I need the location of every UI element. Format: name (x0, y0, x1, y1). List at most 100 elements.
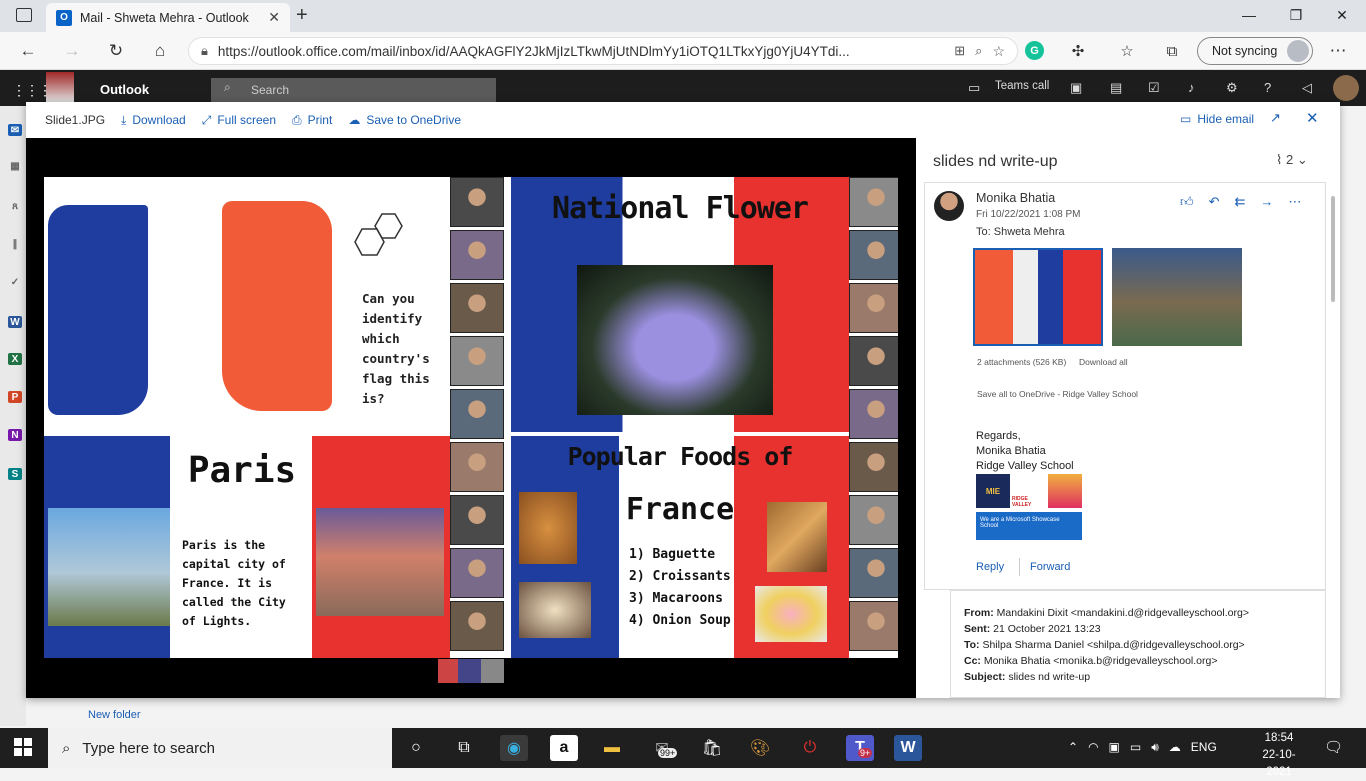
showcase-badge (1048, 474, 1082, 508)
url-text[interactable]: https://outlook.office.com/mail/inbox/id… (218, 44, 944, 59)
more-actions-icon[interactable]: ⋯ (1288, 194, 1301, 210)
mail-icon[interactable]: ✉ (8, 124, 22, 136)
teams-call-label[interactable]: Teams call (995, 80, 1049, 92)
attachment-icon[interactable]: ∥ (8, 238, 22, 250)
tab-actions-icon[interactable] (16, 8, 32, 22)
weather-cloud-icon[interactable]: ☁ (1169, 740, 1181, 755)
word-icon[interactable]: W (8, 316, 22, 328)
new-folder-link[interactable]: New folder (88, 709, 141, 721)
bell-icon[interactable]: ♪ (1188, 80, 1195, 95)
calendar-check-icon[interactable]: ☑ (1148, 80, 1160, 96)
url-box[interactable]: 🔒︎ https://outlook.office.com/mail/inbox… (188, 37, 1018, 65)
download-button[interactable]: ⤓ Download (121, 113, 186, 128)
email-signature: Regards, Monika Bhatia Ridge Valley Scho… (976, 429, 1074, 474)
sender-name[interactable]: Monika Bhatia (976, 191, 1055, 205)
onenote-icon[interactable]: N (8, 429, 22, 441)
reply-icon[interactable]: ↶ (1209, 194, 1220, 210)
popout-icon[interactable]: ↗ (1270, 110, 1281, 126)
close-viewer-icon[interactable]: ✕ (1306, 109, 1319, 127)
tab-title: Mail - Shweta Mehra - Outlook (80, 10, 249, 25)
network-icon[interactable]: ▣ (1109, 740, 1120, 755)
megaphone-icon[interactable]: ◁ (1302, 80, 1312, 96)
powerpoint-icon[interactable]: P (8, 391, 22, 403)
refresh-icon[interactable]: ↻ (104, 40, 128, 62)
new-tab-icon[interactable]: + (296, 4, 308, 27)
participant-video-tile (849, 442, 898, 492)
attachment-thumbnail-1[interactable] (973, 248, 1103, 346)
power-app-icon[interactable]: ⏻ (796, 735, 824, 761)
fullscreen-button[interactable]: ⤢ Full screen (202, 113, 276, 128)
windows-start-icon[interactable] (14, 738, 32, 756)
edge-icon[interactable]: ◉ (500, 735, 528, 761)
app-available-icon[interactable]: ⊞ (954, 43, 965, 59)
participant-video-tile (450, 177, 504, 227)
help-icon[interactable]: ? (1264, 80, 1271, 95)
save-all-onedrive-link[interactable]: Save all to OneDrive - Ridge Valley Scho… (977, 389, 1138, 399)
profile-sync-button[interactable]: Not syncing (1197, 37, 1313, 65)
mail-search-input[interactable]: Search (211, 78, 496, 102)
email-scrollbar[interactable] (1331, 196, 1335, 302)
home-icon[interactable]: ⌂ (148, 40, 172, 62)
hide-email-button[interactable]: ▭ Hide email (1180, 112, 1254, 126)
attachment-count[interactable]: ⌇ 2 ⌄ (1276, 152, 1308, 168)
subject-label: Subject: (964, 671, 1006, 683)
sway-icon[interactable]: S (8, 468, 22, 480)
todo-icon[interactable]: ✓ (8, 276, 22, 288)
louvre-image (316, 508, 444, 616)
cortana-icon[interactable]: ○ (402, 735, 430, 761)
extensions-icon[interactable]: ✣ (1066, 40, 1090, 62)
download-all-link[interactable]: Download all (1079, 357, 1128, 367)
excel-icon[interactable]: X (8, 353, 22, 365)
browser-tab[interactable]: O Mail - Shweta Mehra - Outlook ✕ (46, 3, 290, 32)
chevron-up-icon[interactable]: ⌃ (1068, 740, 1078, 755)
language-indicator[interactable]: ENG (1191, 740, 1217, 755)
chat-icon[interactable]: ▣ (1070, 80, 1082, 96)
zoom-icon[interactable]: ⌕ (975, 43, 982, 59)
calendar-icon[interactable]: ▦ (8, 160, 22, 172)
slide-thumbnail-strip[interactable] (438, 659, 504, 683)
reply-all-icon[interactable]: ⇇ (1235, 194, 1246, 210)
wifi-icon[interactable]: ◠ (1088, 740, 1098, 755)
close-window-icon[interactable]: ✕ (1322, 4, 1362, 26)
battery-icon[interactable]: ▭ (1130, 740, 1141, 755)
forward-icon-action[interactable]: → (1260, 194, 1273, 210)
participant-video-tile (849, 495, 898, 545)
participant-video-tile (849, 283, 898, 333)
store-icon[interactable]: 🛍︎ (698, 735, 726, 761)
taskbar-clock[interactable]: 18:54 22-10-2021 (1252, 730, 1306, 781)
taskbar-search-box[interactable]: ⌕ Type here to search (48, 728, 392, 768)
back-icon[interactable]: ← (16, 40, 40, 62)
minimize-icon[interactable]: — (1229, 4, 1269, 26)
word-taskbar-icon[interactable]: W (894, 735, 922, 761)
left-app-rail (0, 106, 26, 726)
restore-icon[interactable]: ❐ (1276, 4, 1316, 26)
task-view-icon[interactable]: ⧉ (450, 735, 478, 761)
more-menu-icon[interactable]: ⋯ (1326, 40, 1350, 62)
quoted-cc: Cc: Monika Bhatia <monika.b@ridgevalleys… (964, 653, 1325, 669)
amazon-icon[interactable]: a (550, 735, 578, 761)
volume-icon[interactable]: 🔊︎ (1151, 740, 1159, 755)
favorite-add-icon[interactable]: ☆ (992, 43, 1005, 60)
forward-icon[interactable]: → (60, 40, 84, 62)
notifications-icon[interactable]: 🗨︎ (1324, 738, 1343, 756)
save-onedrive-button[interactable]: ☁ Save to OneDrive (348, 113, 461, 127)
forward-button[interactable]: Forward (1030, 561, 1070, 573)
video-call-icon[interactable]: ▭ (968, 80, 980, 96)
grammarly-icon[interactable]: G (1025, 41, 1044, 60)
food-list: 1) Baguette 2) Croissants 3) Macaroons 4… (629, 544, 731, 632)
attachment-thumbnail-2[interactable] (1112, 248, 1242, 346)
file-explorer-icon[interactable]: ▬ (598, 735, 626, 761)
eiffel-tower-image (48, 508, 170, 626)
user-avatar[interactable] (1333, 75, 1359, 101)
like-icon[interactable]: 👍︎ (1180, 194, 1194, 210)
sig-line: Monika Bhatia (976, 445, 1046, 457)
reply-button[interactable]: Reply (976, 561, 1004, 573)
office-icon[interactable]: ▤ (1110, 80, 1122, 96)
settings-gear-icon[interactable]: ⚙ (1226, 80, 1238, 96)
favorites-icon[interactable]: ☆ (1115, 40, 1139, 62)
people-icon[interactable]: ጸ (8, 200, 22, 212)
paint-icon[interactable]: 🎨︎ (746, 735, 774, 761)
collections-icon[interactable]: ⧉ (1160, 40, 1184, 62)
close-tab-icon[interactable]: ✕ (268, 9, 280, 26)
print-button[interactable]: ⎙ Print (292, 113, 332, 128)
